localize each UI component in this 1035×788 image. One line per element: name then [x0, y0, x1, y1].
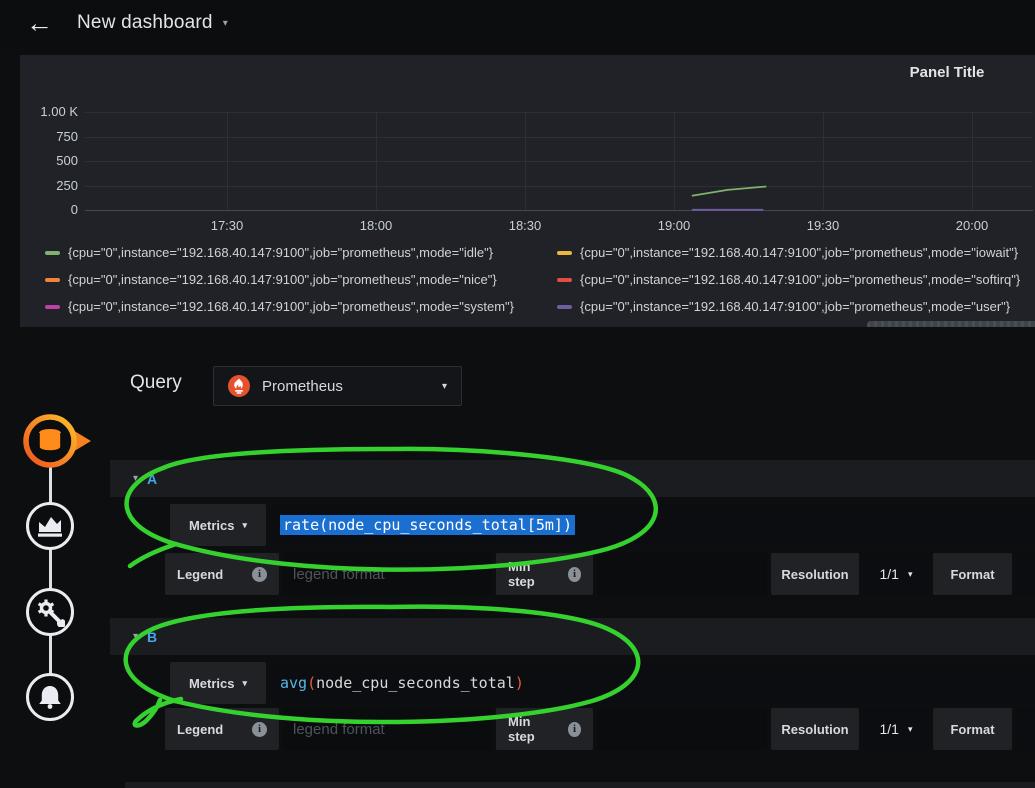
- chevron-down-icon: ▾: [441, 380, 447, 392]
- min-step-label-text: Min step: [508, 559, 535, 589]
- legend-item[interactable]: {cpu="0",instance="192.168.40.147:9100",…: [557, 272, 1020, 287]
- legend-item[interactable]: {cpu="0",instance="192.168.40.147:9100",…: [557, 299, 1010, 314]
- format-select[interactable]: Time series ▾: [1016, 708, 1035, 750]
- info-icon[interactable]: i: [567, 566, 581, 582]
- query-row-b-header[interactable]: ▾ B: [110, 618, 1035, 655]
- legend-label: Legend i: [165, 708, 279, 750]
- selected-expression-text: rate(node_cpu_seconds_total[5m]): [280, 515, 575, 535]
- legend-series-label: {cpu="0",instance="192.168.40.147:9100",…: [580, 272, 1021, 287]
- promql-function-token: avg: [280, 674, 308, 692]
- resolution-value: 1/1: [879, 566, 899, 582]
- metrics-label: Metrics: [188, 675, 235, 691]
- resolution-select[interactable]: 1/1 ▾: [863, 708, 929, 750]
- prometheus-icon: [228, 375, 250, 397]
- legend-series-label: {cpu="0",instance="192.168.40.147:9100",…: [68, 272, 497, 287]
- legend-series-label: {cpu="0",instance="192.168.40.147:9100",…: [580, 299, 1011, 314]
- query-row-b-expression: Metrics ▾ avg(node_cpu_seconds_total): [110, 661, 1035, 705]
- legend-item[interactable]: {cpu="0",instance="192.168.40.147:9100",…: [557, 245, 1018, 260]
- chart-icon: [38, 517, 62, 537]
- chevron-down-icon: ▾: [242, 519, 248, 530]
- query-ref-id: A: [147, 470, 158, 487]
- legend-series-color-dash: [557, 250, 572, 255]
- legend-series-color-dash: [557, 277, 572, 282]
- chevron-down-icon: ▾: [907, 568, 913, 579]
- chevron-down-icon[interactable]: ▾: [223, 18, 228, 29]
- resolution-label: Resolution: [771, 553, 859, 595]
- min-step-input[interactable]: [597, 553, 767, 595]
- min-step-label: Min step i: [496, 708, 593, 750]
- datasource-picker[interactable]: Prometheus ▾: [213, 366, 462, 406]
- query-row-b-options: Legend i Min step i Resolution 1/1 ▾ For…: [110, 706, 1035, 752]
- bell-icon: [39, 686, 61, 709]
- chevron-down-icon: ▾: [242, 677, 248, 688]
- promql-input-b[interactable]: avg(node_cpu_seconds_total): [272, 662, 1035, 704]
- horizontal-scrollbar[interactable]: [867, 321, 1035, 327]
- metrics-dropdown-button[interactable]: Metrics ▾: [170, 662, 266, 704]
- legend-series-color-dash: [45, 304, 60, 309]
- query-section-title: Query: [130, 372, 182, 393]
- sidebar-item-queries[interactable]: [20, 411, 94, 476]
- series-line: [691, 185, 767, 197]
- format-select[interactable]: Time series ▾: [1016, 553, 1035, 595]
- sidebar-item-visualization[interactable]: [26, 502, 74, 550]
- query-row-a-options: Legend i Min step i Resolution 1/1 ▾ For…: [110, 551, 1035, 597]
- format-label-text: Format: [950, 566, 995, 582]
- legend-item[interactable]: {cpu="0",instance="192.168.40.147:9100",…: [45, 272, 497, 287]
- legend-format-input[interactable]: [283, 553, 492, 595]
- promql-paren-token: (: [307, 674, 317, 692]
- promql-input-a[interactable]: rate(node_cpu_seconds_total[5m]): [272, 504, 1035, 546]
- legend-series-color-dash: [45, 250, 60, 255]
- legend-item[interactable]: {cpu="0",instance="192.168.40.147:9100",…: [45, 245, 493, 260]
- query-ref-id: B: [147, 628, 158, 645]
- format-label: Format: [933, 553, 1012, 595]
- min-step-label-text: Min step: [508, 714, 535, 744]
- legend-label-text: Legend: [177, 566, 224, 582]
- promql-paren-token: ): [514, 674, 524, 692]
- datasource-name: Prometheus: [262, 377, 343, 395]
- legend-series-color-dash: [45, 277, 60, 282]
- resolution-label: Resolution: [771, 708, 859, 750]
- legend-label: Legend i: [165, 553, 279, 595]
- promql-metric-token: node_cpu_seconds_total: [316, 674, 515, 692]
- next-section-edge: [125, 782, 1035, 788]
- chevron-down-icon: ▾: [907, 723, 913, 734]
- min-step-label: Min step i: [496, 553, 593, 595]
- back-arrow-icon[interactable]: ←: [26, 9, 53, 37]
- format-label: Format: [933, 708, 1012, 750]
- collapse-caret-icon[interactable]: ▾: [133, 473, 138, 484]
- sidebar-item-general[interactable]: [26, 588, 74, 636]
- legend-series-label: {cpu="0",instance="192.168.40.147:9100",…: [68, 245, 494, 260]
- collapse-caret-icon[interactable]: ▾: [133, 631, 138, 642]
- format-label-text: Format: [950, 721, 995, 737]
- info-icon[interactable]: i: [252, 721, 267, 737]
- legend-item[interactable]: {cpu="0",instance="192.168.40.147:9100",…: [45, 299, 514, 314]
- graph-panel: Panel Title 1.00 K 750 500 250 0 17:30 18:00 18…: [20, 55, 1035, 327]
- stepper-connector-line: [49, 440, 52, 698]
- metrics-dropdown-button[interactable]: Metrics ▾: [170, 504, 266, 546]
- resolution-label-text: Resolution: [781, 721, 849, 737]
- legend-series-color-dash: [557, 304, 572, 309]
- query-row-a-header[interactable]: ▾ A: [110, 460, 1035, 497]
- min-step-input[interactable]: [597, 708, 767, 750]
- legend-series-label: {cpu="0",instance="192.168.40.147:9100",…: [580, 245, 1019, 260]
- resolution-value: 1/1: [879, 721, 899, 737]
- legend-label-text: Legend: [177, 721, 224, 737]
- metrics-label: Metrics: [188, 517, 235, 533]
- legend-format-input[interactable]: [283, 708, 492, 750]
- legend-series-label: {cpu="0",instance="192.168.40.147:9100",…: [68, 299, 514, 314]
- query-row-a-expression: Metrics ▾ rate(node_cpu_seconds_total[5m…: [110, 503, 1035, 547]
- info-icon[interactable]: i: [252, 566, 267, 582]
- info-icon[interactable]: i: [567, 721, 581, 737]
- sidebar-item-alert[interactable]: [26, 673, 74, 721]
- resolution-select[interactable]: 1/1 ▾: [863, 553, 929, 595]
- database-icon: [23, 414, 91, 468]
- resolution-label-text: Resolution: [781, 566, 849, 582]
- dashboard-title[interactable]: New dashboard: [77, 12, 213, 34]
- top-nav: ← New dashboard ▾: [0, 0, 1035, 46]
- gear-wrench-icon: [37, 599, 65, 627]
